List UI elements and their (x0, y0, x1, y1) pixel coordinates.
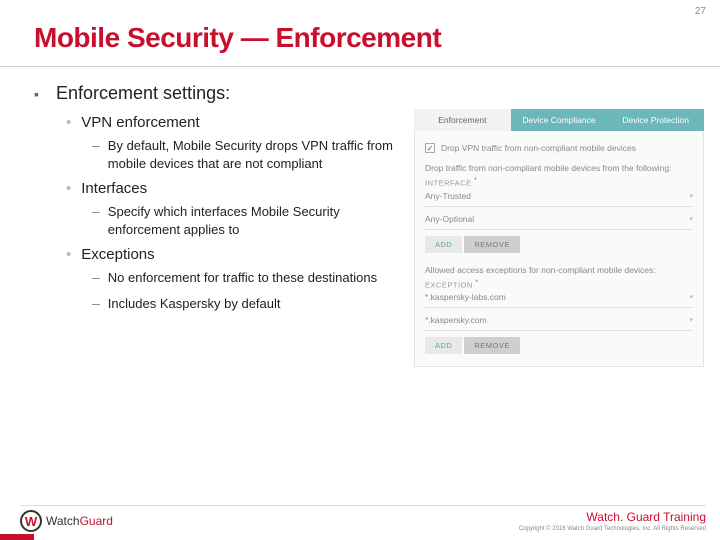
interface-value-2: Any-Optional (425, 214, 474, 224)
bullet-vpn-text: VPN enforcement (81, 114, 404, 131)
logo-text: WatchGuard (46, 514, 113, 528)
bullet-interfaces-detail-text: Specify which interfaces Mobile Security… (108, 203, 404, 238)
exceptions-intro: Allowed access exceptions for non-compli… (425, 265, 693, 275)
footer: W WatchGuard Watch. Guard Training Copyr… (0, 505, 720, 532)
exception-value-2: *.kaspersky.com (425, 315, 487, 325)
bullet-interfaces: • Interfaces (66, 180, 404, 197)
interface-select-2[interactable]: Any-Optional ▾ (425, 211, 693, 230)
red-accent-strip (0, 534, 34, 540)
panel-body: ✓ Drop VPN traffic from non-compliant mo… (414, 131, 704, 367)
interface-select-1[interactable]: Any-Trusted ▾ (425, 188, 693, 207)
checkbox-row: ✓ Drop VPN traffic from non-compliant mo… (425, 143, 693, 153)
tab-enforcement[interactable]: Enforcement (414, 109, 511, 131)
dot-bullet-icon: • (66, 246, 71, 263)
screenshot-panel: Enforcement Device Compliance Device Pro… (404, 77, 708, 367)
bullet-exceptions-d2: – Includes Kaspersky by default (92, 295, 404, 313)
exception-buttons: ADD REMOVE (425, 337, 693, 354)
check-icon: ✓ (427, 144, 434, 153)
chevron-down-icon: ▾ (689, 293, 693, 301)
bullet-vpn: • VPN enforcement (66, 114, 404, 131)
dot-bullet-icon: • (66, 180, 71, 197)
exception-select-1[interactable]: *.kaspersky-labs.com ▾ (425, 289, 693, 308)
bullet-exceptions-d1: – No enforcement for traffic to these de… (92, 269, 404, 287)
required-icon: * (474, 177, 477, 184)
tab-bar: Enforcement Device Compliance Device Pro… (414, 109, 704, 131)
training-label: Watch. Guard Training (519, 510, 706, 524)
required-icon: * (475, 279, 478, 286)
footer-divider (20, 505, 706, 506)
bullet-exceptions-d1-text: No enforcement for traffic to these dest… (108, 269, 404, 287)
add-interface-button[interactable]: ADD (425, 236, 462, 253)
interface-field-label: INTERFACE * (425, 177, 693, 188)
bullet-vpn-detail: – By default, Mobile Security drops VPN … (92, 137, 404, 172)
bullet-exceptions: • Exceptions (66, 246, 404, 263)
interface-value-1: Any-Trusted (425, 191, 471, 201)
bullet-exceptions-d2-text: Includes Kaspersky by default (108, 295, 404, 313)
drop-vpn-label: Drop VPN traffic from non-compliant mobi… (441, 143, 636, 153)
bullet-list: ▪ Enforcement settings: • VPN enforcemen… (34, 77, 404, 367)
dash-bullet-icon: – (92, 268, 100, 287)
dot-bullet-icon: • (66, 114, 71, 131)
square-bullet-icon: ▪ (34, 86, 46, 102)
exception-field-label: EXCEPTION * (425, 279, 693, 290)
logo-circle-icon: W (20, 510, 42, 532)
remove-interface-button[interactable]: REMOVE (464, 236, 520, 253)
chevron-down-icon: ▾ (689, 192, 693, 200)
tab-device-compliance[interactable]: Device Compliance (511, 109, 608, 131)
dash-bullet-icon: – (92, 294, 100, 313)
chevron-down-icon: ▾ (689, 215, 693, 223)
dash-bullet-icon: – (92, 202, 100, 221)
chevron-down-icon: ▾ (689, 316, 693, 324)
add-exception-button[interactable]: ADD (425, 337, 462, 354)
exception-value-1: *.kaspersky-labs.com (425, 292, 506, 302)
page-number: 27 (695, 6, 706, 17)
footer-right: Watch. Guard Training Copyright © 2016 W… (519, 510, 706, 532)
interface-buttons: ADD REMOVE (425, 236, 693, 253)
bullet-root-text: Enforcement settings: (56, 83, 404, 104)
bullet-interfaces-text: Interfaces (81, 180, 404, 197)
copyright-text: Copyright © 2016 Watch Guard Technologie… (519, 526, 706, 532)
content-area: ▪ Enforcement settings: • VPN enforcemen… (0, 67, 720, 367)
bullet-interfaces-detail: – Specify which interfaces Mobile Securi… (92, 203, 404, 238)
tab-device-protection[interactable]: Device Protection (607, 109, 704, 131)
slide-title: Mobile Security — Enforcement (0, 0, 720, 60)
drop-vpn-checkbox[interactable]: ✓ (425, 143, 435, 153)
watchguard-logo: W WatchGuard (20, 510, 113, 532)
bullet-root: ▪ Enforcement settings: (34, 83, 404, 104)
dash-bullet-icon: – (92, 136, 100, 155)
logo-w-icon: W (25, 514, 37, 529)
interfaces-intro: Drop traffic from non-compliant mobile d… (425, 163, 693, 173)
remove-exception-button[interactable]: REMOVE (464, 337, 520, 354)
ui-mock: Enforcement Device Compliance Device Pro… (414, 109, 704, 367)
bullet-vpn-detail-text: By default, Mobile Security drops VPN tr… (108, 137, 404, 172)
bullet-exceptions-text: Exceptions (81, 246, 404, 263)
exception-select-2[interactable]: *.kaspersky.com ▾ (425, 312, 693, 331)
